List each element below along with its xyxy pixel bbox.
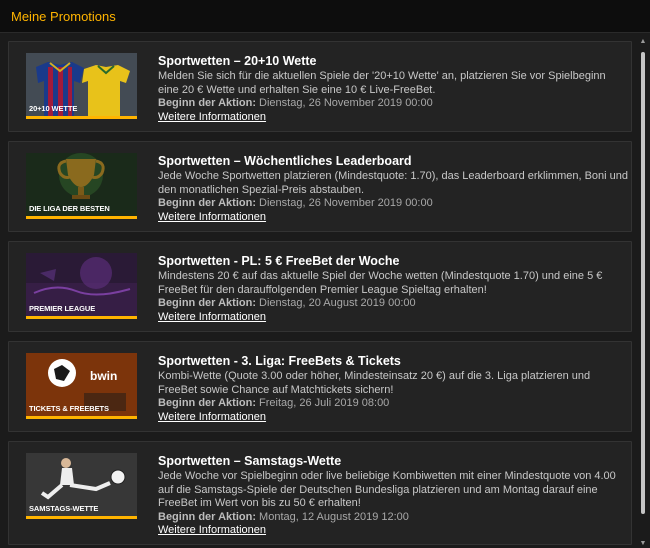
promotion-title: Sportwetten - PL: 5 € FreeBet der Woche [158, 254, 400, 268]
promotion-start: Beginn der Aktion: Freitag, 26 Juli 2019… [158, 397, 628, 411]
start-label: Beginn der Aktion: [158, 510, 256, 523]
promotion-description: Jede Woche vor Spielbeginn oder live bel… [158, 470, 616, 509]
page-title: Meine Promotions [11, 8, 116, 24]
more-info-link[interactable]: Weitere Informationen [158, 411, 628, 425]
thumbnail-label: SAMSTAGS-WETTE [29, 504, 99, 513]
promotion-thumbnail[interactable]: PREMIER LEAGUE [26, 253, 137, 319]
promotion-card: PREMIER LEAGUE Sportwetten - PL: 5 € Fre… [8, 241, 632, 332]
start-date: Freitag, 26 Juli 2019 08:00 [259, 397, 390, 409]
promotion-start: Beginn der Aktion: Montag, 12 August 201… [158, 511, 628, 525]
thumbnail-label: DIE LIGA DER BESTEN [29, 204, 110, 213]
promotion-thumbnail[interactable]: bwin TICKETS & FREEBETS [26, 353, 137, 419]
start-date: Montag, 12 August 2019 12:00 [259, 510, 409, 523]
promotion-card: SAMSTAGS-WETTE Sportwetten – Samstags-We… [8, 441, 632, 545]
start-date: Dienstag, 20 August 2019 00:00 [259, 297, 416, 309]
promotion-start: Beginn der Aktion: Dienstag, 20 August 2… [158, 297, 628, 311]
promotion-start: Beginn der Aktion: Dienstag, 26 November… [158, 197, 628, 211]
promotion-title: Sportwetten – Samstags-Wette [158, 454, 342, 468]
promotion-thumbnail[interactable]: 20+10 WETTE [26, 53, 137, 119]
start-label: Beginn der Aktion: [158, 297, 256, 309]
thumbnail-label: PREMIER LEAGUE [29, 304, 96, 313]
start-label: Beginn der Aktion: [158, 397, 256, 409]
scrollbar-thumb[interactable] [641, 52, 645, 514]
scroll-down-icon[interactable]: ▼ [639, 540, 647, 548]
start-date: Dienstag, 26 November 2019 00:00 [259, 97, 433, 109]
start-date: Dienstag, 26 November 2019 00:00 [259, 197, 433, 209]
promotion-description: Melden Sie sich für die aktuellen Spiele… [158, 70, 606, 96]
promotion-thumbnail[interactable]: SAMSTAGS-WETTE [26, 453, 137, 519]
promotion-title: Sportwetten – 20+10 Wette [158, 54, 317, 68]
thumbnail-label: TICKETS & FREEBETS [29, 404, 109, 413]
start-label: Beginn der Aktion: [158, 97, 256, 109]
promotion-description: Kombi-Wette (Quote 3.00 oder höher, Mind… [158, 370, 591, 396]
start-label: Beginn der Aktion: [158, 197, 256, 209]
bwin-logo: bwin [90, 369, 118, 383]
more-info-link[interactable]: Weitere Informationen [158, 211, 628, 225]
promotion-description: Jede Woche Sportwetten platzieren (Minde… [158, 170, 629, 196]
scroll-up-icon[interactable]: ▲ [639, 38, 647, 46]
more-info-link[interactable]: Weitere Informationen [158, 311, 628, 325]
more-info-link[interactable]: Weitere Informationen [158, 111, 628, 125]
vertical-scrollbar[interactable]: ▲ ▼ [639, 38, 647, 548]
promotion-title: Sportwetten – Wöchentliches Leaderboard [158, 154, 412, 168]
promotion-description: Mindestens 20 € auf das aktuelle Spiel d… [158, 270, 603, 296]
promotion-start: Beginn der Aktion: Dienstag, 26 November… [158, 97, 628, 111]
promotion-card: 20+10 WETTE Sportwetten – 20+10 Wette Me… [8, 41, 632, 132]
promotion-title: Sportwetten - 3. Liga: FreeBets & Ticket… [158, 354, 401, 368]
thumbnail-label: 20+10 WETTE [29, 104, 78, 113]
promotion-card: DIE LIGA DER BESTEN Sportwetten – Wöchen… [8, 141, 632, 232]
more-info-link[interactable]: Weitere Informationen [158, 524, 628, 538]
promotions-list[interactable]: 20+10 WETTE Sportwetten – 20+10 Wette Me… [0, 34, 650, 548]
promotion-card: bwin TICKETS & FREEBETS Sportwetten - 3.… [8, 341, 632, 432]
header-bar: Meine Promotions [0, 0, 650, 33]
promotion-thumbnail[interactable]: DIE LIGA DER BESTEN [26, 153, 137, 219]
